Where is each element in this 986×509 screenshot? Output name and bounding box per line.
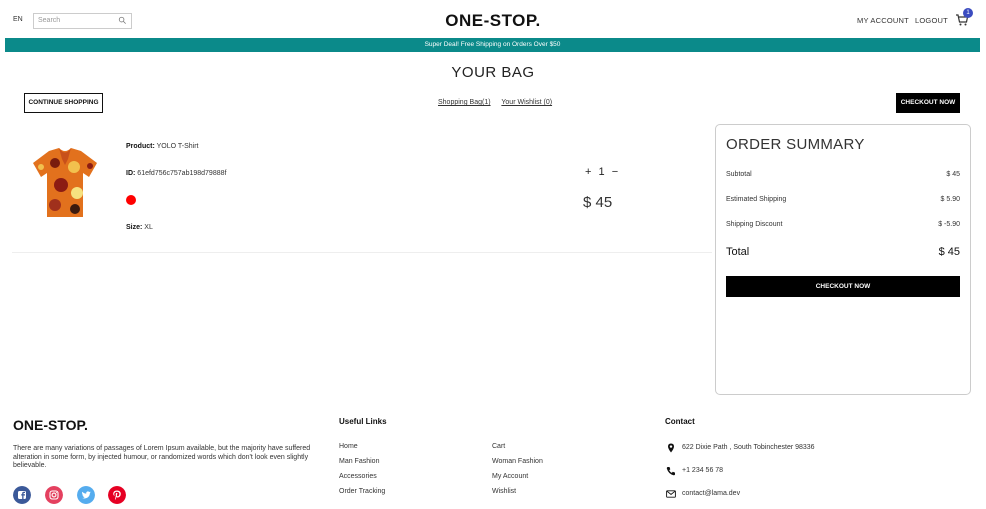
footer-link-woman-fashion[interactable]: Woman Fashion	[492, 458, 543, 465]
summary-value: $ 5.90	[940, 196, 960, 203]
quantity-value: 1	[598, 166, 607, 178]
footer-link-home[interactable]: Home	[339, 443, 358, 450]
page-title: YOUR BAG	[451, 64, 535, 81]
product-color-swatch	[126, 195, 136, 205]
increase-quantity-button[interactable]: +	[585, 166, 593, 178]
order-summary-title: ORDER SUMMARY	[726, 136, 865, 153]
product-id-row: ID: 61efd756c757ab198d79888f	[126, 170, 226, 177]
site-logo[interactable]: ONE-STOP.	[0, 11, 986, 31]
twitter-icon[interactable]	[77, 486, 95, 504]
location-pin-icon	[668, 443, 674, 453]
summary-row-shipping: Estimated Shipping $ 5.90	[726, 196, 960, 203]
product-name-row: Product: YOLO T-Shirt	[126, 143, 199, 150]
decrease-quantity-button[interactable]: −	[612, 166, 620, 178]
contact-phone: +1 234 56 78	[682, 467, 724, 474]
product-price: $ 45	[583, 194, 613, 211]
product-name: YOLO T-Shirt	[156, 143, 199, 150]
phone-icon	[666, 467, 675, 476]
summary-row-total: Total $ 45	[726, 246, 960, 258]
summary-label: Estimated Shipping	[726, 196, 787, 203]
product-size: XL	[144, 224, 153, 231]
footer-link-man-fashion[interactable]: Man Fashion	[339, 458, 379, 465]
my-account-link[interactable]: MY ACCOUNT	[857, 16, 909, 25]
checkout-button-top[interactable]: CHECKOUT NOW	[896, 93, 960, 113]
instagram-icon[interactable]	[45, 486, 63, 504]
summary-row-subtotal: Subtotal $ 45	[726, 171, 960, 178]
contact-address: 622 Dixie Path , South Tobinchester 9833…	[682, 444, 815, 451]
announcement-bar: Super Deal! Free Shipping on Orders Over…	[5, 38, 980, 52]
order-summary-panel: ORDER SUMMARY Subtotal $ 45 Estimated Sh…	[715, 124, 971, 395]
mail-icon	[666, 490, 676, 498]
product-size-row: Size: XL	[126, 224, 153, 231]
total-value: $ 45	[938, 246, 960, 258]
footer-link-my-account[interactable]: My Account	[492, 473, 528, 480]
summary-value: $ 45	[946, 171, 960, 178]
tab-wishlist[interactable]: Your Wishlist (0)	[501, 99, 552, 106]
summary-label: Shipping Discount	[726, 221, 783, 228]
summary-row-discount: Shipping Discount $ -5.90	[726, 221, 960, 228]
useful-links-title: Useful Links	[339, 417, 387, 426]
product-id-label: ID:	[126, 170, 136, 177]
product-image	[33, 148, 97, 217]
contact-title: Contact	[665, 417, 695, 426]
footer-logo: ONE-STOP.	[13, 417, 88, 433]
logout-link[interactable]: LOGOUT	[915, 16, 948, 25]
product-size-label: Size:	[126, 224, 143, 231]
footer-link-cart[interactable]: Cart	[492, 443, 505, 450]
footer-link-accessories[interactable]: Accessories	[339, 473, 377, 480]
bag-tabs: Shopping Bag(1) Your Wishlist (0)	[438, 99, 561, 106]
contact-email[interactable]: contact@lama.dev	[682, 490, 740, 497]
product-name-label: Product:	[126, 143, 155, 150]
total-label: Total	[726, 246, 750, 258]
tab-shopping-bag[interactable]: Shopping Bag(1)	[438, 99, 491, 106]
navbar: EN Search ONE-STOP. MY ACCOUNT LOGOUT 1	[0, 0, 986, 40]
cart-count-badge: 1	[963, 8, 973, 18]
quantity-stepper: + 1 −	[585, 166, 620, 178]
pinterest-icon[interactable]	[108, 486, 126, 504]
divider	[12, 252, 712, 253]
facebook-icon[interactable]	[13, 486, 31, 504]
footer-description: There are many variations of passages of…	[13, 445, 311, 469]
footer-link-wishlist[interactable]: Wishlist	[492, 488, 516, 495]
summary-label: Subtotal	[726, 171, 752, 178]
footer-link-order-tracking[interactable]: Order Tracking	[339, 488, 385, 495]
summary-value: $ -5.90	[938, 221, 960, 228]
product-id: 61efd756c757ab198d79888f	[137, 170, 227, 177]
continue-shopping-button[interactable]: CONTINUE SHOPPING	[24, 93, 103, 113]
checkout-button[interactable]: CHECKOUT NOW	[726, 276, 960, 297]
